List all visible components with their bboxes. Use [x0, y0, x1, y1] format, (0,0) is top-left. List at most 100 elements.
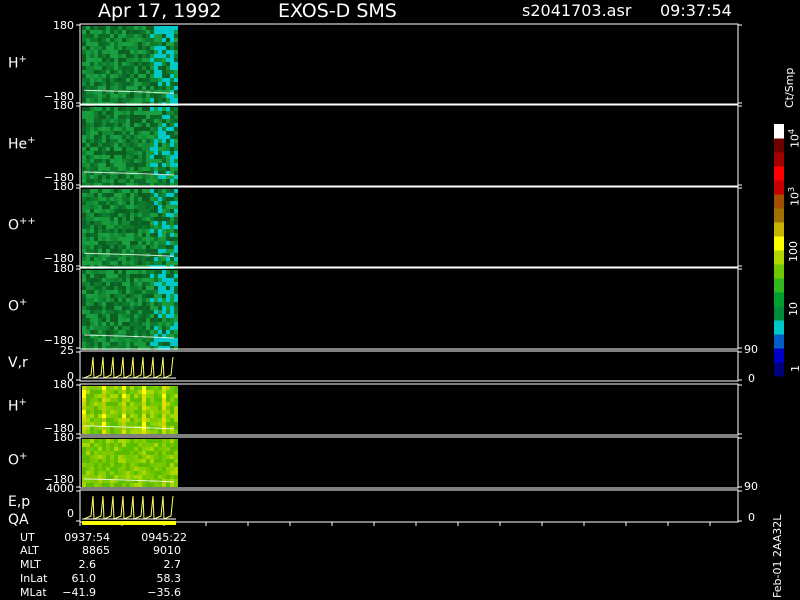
spectrogram-cell	[170, 26, 174, 30]
spectrogram-cell	[82, 163, 86, 167]
spectrogram-cell	[142, 430, 146, 434]
spectrogram-cell	[162, 422, 166, 426]
spectrogram-cell	[162, 471, 166, 475]
footer-v2-inlat: 58.3	[156, 572, 182, 585]
spectrogram-cell	[130, 245, 134, 249]
spectrogram-cell	[174, 58, 178, 62]
spectrogram-cell	[158, 50, 162, 54]
spectrogram-cell	[126, 38, 130, 42]
spectrogram-cell	[174, 306, 178, 310]
spectrogram-cell	[82, 94, 86, 98]
spectrogram-cell	[102, 302, 106, 306]
spectrogram-cell	[154, 418, 158, 422]
spectrogram-cell	[130, 257, 134, 261]
spectrogram-cell	[162, 229, 166, 233]
spectrogram-cell	[118, 131, 122, 135]
spectrogram-cell	[82, 201, 86, 205]
spectrogram-cell	[146, 143, 150, 147]
spectrogram-cell	[166, 175, 170, 179]
spectrogram-cell	[174, 111, 178, 115]
spectrogram-cell	[94, 123, 98, 127]
spectrogram-cell	[110, 422, 114, 426]
spectrogram-cell	[170, 107, 174, 111]
spectrogram-cell	[174, 151, 178, 155]
spectrogram-cell	[138, 282, 142, 286]
spectrogram-cell	[162, 163, 166, 167]
spectrogram-cell	[150, 418, 154, 422]
spectrogram-cell	[82, 159, 86, 163]
spectrogram-cell	[158, 189, 162, 193]
spectrogram-cell	[166, 237, 170, 241]
spectrogram-cell	[98, 42, 102, 46]
spectrogram-cell	[162, 30, 166, 34]
spectrogram-cell	[98, 261, 102, 265]
spectrogram-cell	[118, 274, 122, 278]
spectrogram-cell	[166, 123, 170, 127]
spectrogram-cell	[118, 386, 122, 390]
spectrogram-cell	[86, 151, 90, 155]
spectrogram-cell	[82, 70, 86, 74]
right-tick-bottom-ep: 0	[748, 511, 755, 524]
spectrogram-cell	[118, 249, 122, 253]
spectrogram-cell	[138, 447, 142, 451]
spectrogram-cell	[110, 86, 114, 90]
spectrogram-cell	[142, 94, 146, 98]
spectrogram-cell	[142, 42, 146, 46]
spectrogram-cell	[166, 274, 170, 278]
spectrogram-cell	[94, 298, 98, 302]
spectrogram-cell	[118, 439, 122, 443]
spectrogram-cell	[174, 282, 178, 286]
spectrogram-cell	[170, 443, 174, 447]
spectrogram-cell	[134, 86, 138, 90]
spectrogram-cell	[110, 237, 114, 241]
spectrogram-cell	[122, 123, 126, 127]
colorbar-segment	[774, 250, 784, 265]
spectrogram-cell	[110, 147, 114, 151]
spectrogram-cell	[162, 338, 166, 342]
spectrogram-cell	[150, 386, 154, 390]
spectrogram-cell	[118, 66, 122, 70]
spectrogram-cell	[174, 455, 178, 459]
spectrogram-cell	[134, 290, 138, 294]
spectrogram-cell	[106, 386, 110, 390]
spectrogram-cell	[174, 107, 178, 111]
spectrogram-cell	[130, 386, 134, 390]
spectrogram-cell	[170, 189, 174, 193]
spectrogram-cell	[174, 237, 178, 241]
spectrogram-cell	[174, 322, 178, 326]
spectrogram-cell	[174, 249, 178, 253]
spectrogram-cell	[138, 54, 142, 58]
spectrogram-cell	[166, 233, 170, 237]
spectrogram-cell	[102, 286, 106, 290]
spectrogram-cell	[134, 50, 138, 54]
spectrogram-cell	[146, 209, 150, 213]
spectrogram-cell	[134, 78, 138, 82]
spectrogram-cell	[122, 257, 126, 261]
spectrogram-cell	[174, 94, 178, 98]
spectrogram-cell	[118, 459, 122, 463]
spectrogram-cell	[130, 229, 134, 233]
spectrogram-cell	[162, 225, 166, 229]
spectrogram-cell	[142, 179, 146, 183]
spectrogram-cell	[126, 342, 130, 346]
spectrogram-cell	[110, 50, 114, 54]
spectrogram-cell	[162, 430, 166, 434]
spectrogram-cell	[94, 386, 98, 390]
spectrogram-cell	[174, 123, 178, 127]
spectrogram-cell	[154, 245, 158, 249]
spectrogram-cell	[166, 82, 170, 86]
spectrogram-cell	[150, 54, 154, 58]
spectrogram-cell	[118, 42, 122, 46]
spectrogram-cell	[90, 229, 94, 233]
spectrogram-cell	[150, 290, 154, 294]
spectrogram-cell	[154, 302, 158, 306]
spectrogram-cell	[118, 398, 122, 402]
spectrogram-cell	[142, 459, 146, 463]
spectrogram-cell	[90, 197, 94, 201]
spectrogram-cell	[166, 257, 170, 261]
spectrogram-cell	[146, 443, 150, 447]
spectrogram-cell	[162, 205, 166, 209]
spectrogram-cell	[102, 443, 106, 447]
spectrogram-cell	[134, 205, 138, 209]
spectrogram-cell	[174, 414, 178, 418]
